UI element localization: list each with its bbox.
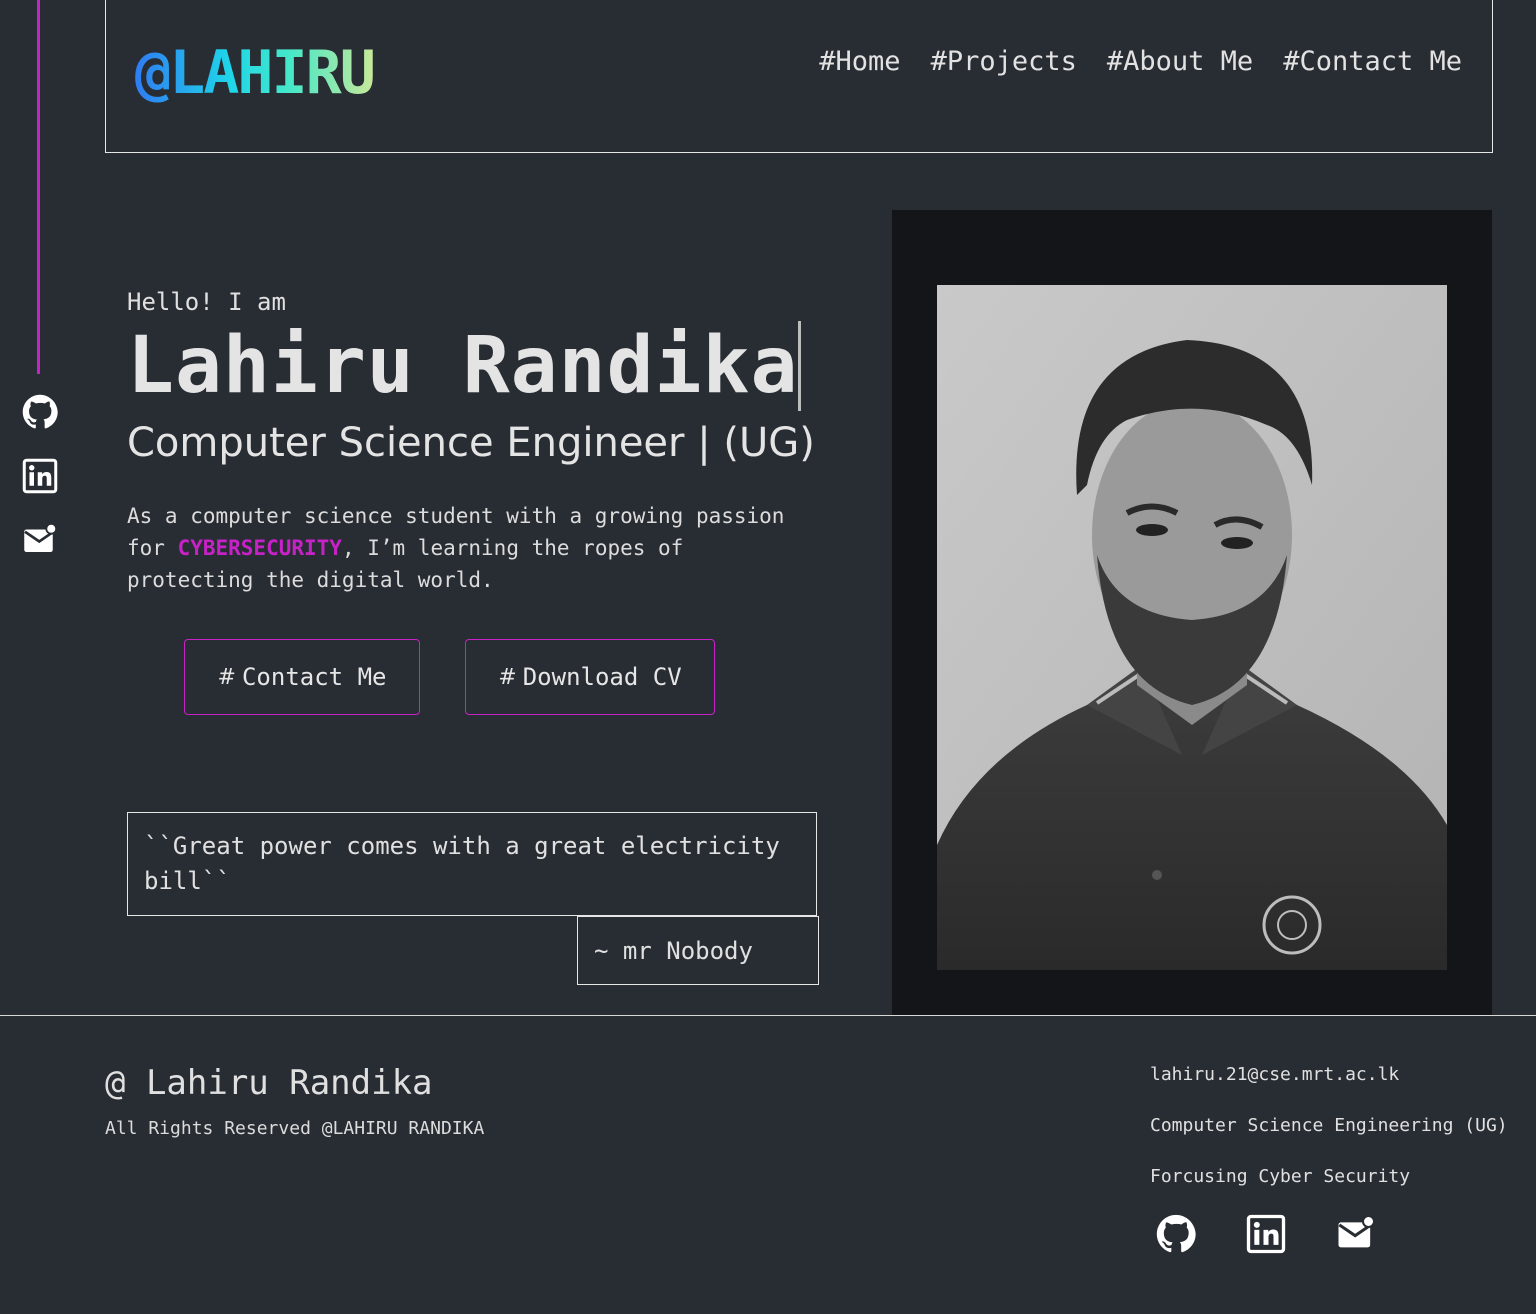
hero-bio: As a computer science student with a gro…	[127, 500, 807, 596]
quote-author-box: ~ mr Nobody	[577, 916, 819, 985]
hero-name: Lahiru Randika	[127, 321, 799, 411]
footer-rights: All Rights Reserved @LAHIRU RANDIKA	[105, 1118, 485, 1139]
footer-focus: Forcusing Cyber Security	[1150, 1166, 1411, 1187]
cv-hash: #	[498, 664, 517, 690]
github-icon[interactable]	[22, 394, 58, 430]
quote-text: ``Great power comes with a great electri…	[144, 832, 780, 895]
contact-me-button[interactable]: # Contact Me	[184, 639, 420, 715]
mail-icon[interactable]	[22, 522, 58, 558]
quote-box: ``Great power comes with a great electri…	[127, 812, 817, 916]
download-cv-label: Download CV	[522, 663, 682, 691]
contact-hash: #	[217, 664, 236, 690]
footer-linkedin-icon[interactable]	[1246, 1214, 1286, 1254]
linkedin-icon[interactable]	[22, 458, 58, 494]
footer-email[interactable]: lahiru.21@cse.mrt.ac.lk	[1150, 1064, 1399, 1085]
nav-about-me[interactable]: #About Me	[1107, 46, 1253, 77]
profile-photo	[937, 285, 1447, 970]
nav-projects[interactable]: #Projects	[931, 46, 1077, 77]
footer-divider	[0, 1015, 1536, 1016]
footer-program: Computer Science Engineering (UG)	[1150, 1115, 1508, 1136]
site-logo[interactable]: @LAHIRU	[135, 38, 376, 108]
greeting: Hello! I am	[127, 288, 286, 316]
contact-me-label: Contact Me	[241, 663, 387, 691]
typing-cursor	[798, 321, 801, 411]
left-rail-line	[37, 0, 40, 374]
bio-highlight: CYBERSECURITY	[177, 536, 342, 560]
footer-mail-icon[interactable]	[1336, 1214, 1376, 1254]
quote-author: ~ mr Nobody	[594, 936, 753, 965]
main-nav: #Home #Projects #About Me #Contact Me	[819, 46, 1462, 77]
hero-role: Computer Science Engineer | (UG)	[127, 420, 815, 466]
footer-name: @ Lahiru Randika	[105, 1063, 433, 1103]
nav-home[interactable]: #Home	[819, 46, 900, 77]
download-cv-button[interactable]: # Download CV	[465, 639, 715, 715]
nav-contact-me[interactable]: #Contact Me	[1283, 46, 1462, 77]
footer-github-icon[interactable]	[1156, 1214, 1196, 1254]
